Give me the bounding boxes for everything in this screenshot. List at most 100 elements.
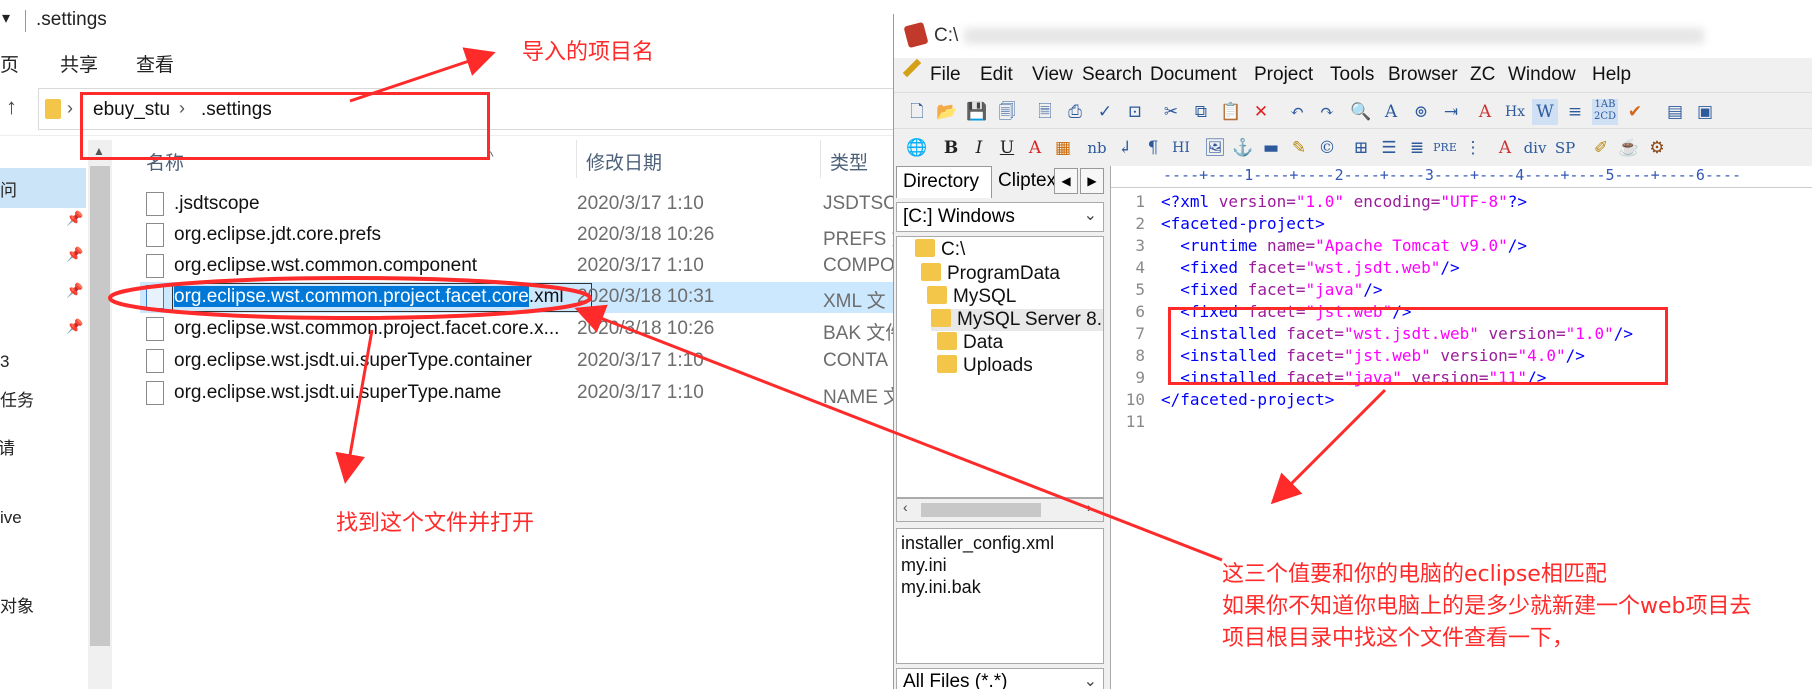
- align-icon[interactable]: ≣: [1404, 135, 1430, 161]
- tab-left-arrow-icon[interactable]: ◀: [1054, 168, 1078, 194]
- drive-select[interactable]: [C:] Windows ⌄: [896, 202, 1104, 232]
- replace-icon[interactable]: A: [1378, 99, 1404, 125]
- nav-item-quick-access[interactable]: 问: [0, 176, 17, 201]
- save-all-icon[interactable]: 🗐: [994, 99, 1020, 125]
- font-color-icon[interactable]: A: [1022, 135, 1048, 161]
- menu-edit[interactable]: Edit: [980, 64, 1013, 86]
- new-file-icon[interactable]: 🗋: [904, 99, 930, 125]
- file-row[interactable]: org.eclipse.wst.jsdt.ui.superType.contai…: [140, 346, 900, 377]
- tree-item-programdata[interactable]: ProgramData: [921, 263, 1060, 285]
- nav-item-blurred[interactable]: 请: [0, 434, 15, 459]
- tree-item-c-root[interactable]: C:\: [915, 239, 965, 261]
- menu-file[interactable]: File: [930, 64, 961, 86]
- column-divider[interactable]: [820, 140, 821, 178]
- copy-icon[interactable]: ⧉: [1188, 99, 1214, 125]
- file-name-editing[interactable]: org.eclipse.wst.common.project.facet.cor…: [174, 286, 564, 308]
- scroll-left-icon[interactable]: ‹: [903, 499, 908, 515]
- find-icon[interactable]: 🔍: [1348, 99, 1374, 125]
- scrollbar-thumb[interactable]: [921, 503, 1041, 517]
- tree-item-mysql-server[interactable]: MySQL Server 8.: [931, 309, 1103, 331]
- redo-icon[interactable]: ↷: [1314, 99, 1340, 125]
- bold-icon[interactable]: B: [938, 135, 964, 161]
- div-text-icon[interactable]: A: [1492, 135, 1518, 161]
- abc-icon[interactable]: 1AB 2CD: [1592, 99, 1618, 125]
- file-row[interactable]: org.eclipse.wst.common.component 2020/3/…: [140, 251, 900, 282]
- delete-icon[interactable]: ✕: [1248, 99, 1274, 125]
- ul-icon[interactable]: ⋮: [1460, 135, 1486, 161]
- edit-icon[interactable]: ✐: [1588, 135, 1614, 161]
- chevron-right-icon[interactable]: ›: [67, 98, 73, 119]
- cut-icon[interactable]: ✂: [1158, 99, 1184, 125]
- file-row[interactable]: .jsdtscope 2020/3/17 1:10 JSDTSCO: [140, 189, 912, 220]
- image-icon[interactable]: 🖼: [1202, 135, 1228, 161]
- br-icon[interactable]: ↲: [1112, 135, 1138, 161]
- spellcheck-icon[interactable]: ✓: [1092, 99, 1118, 125]
- find-in-files-icon[interactable]: ⊚: [1408, 99, 1434, 125]
- up-arrow-icon[interactable]: ↑: [6, 94, 17, 120]
- file-row[interactable]: org.eclipse.jdt.core.prefs 2020/3/18 10:…: [140, 220, 911, 251]
- code-line[interactable]: 3 <runtime name="Apache Tomcat v9.0"/>: [1111, 236, 1812, 258]
- ribbon-tab-home[interactable]: 页: [0, 50, 19, 77]
- paragraph-icon[interactable]: ¶: [1140, 135, 1166, 161]
- column-header-type[interactable]: 类型: [830, 148, 868, 175]
- ribbon-tab-share[interactable]: 共享: [60, 50, 98, 77]
- menu-document[interactable]: Document: [1150, 64, 1237, 86]
- nav-item-onedrive[interactable]: ive: [0, 508, 22, 528]
- italic-icon[interactable]: I: [966, 135, 992, 161]
- nav-item-objects[interactable]: 对象: [0, 592, 34, 617]
- file-row-selected[interactable]: org.eclipse.wst.common.project.facet.cor…: [140, 282, 900, 313]
- ribbon-tab-view[interactable]: 查看: [136, 50, 174, 77]
- menu-search[interactable]: Search: [1082, 64, 1142, 86]
- comment-icon[interactable]: ✎: [1286, 135, 1312, 161]
- hr-icon[interactable]: ▬: [1258, 135, 1284, 161]
- column-divider[interactable]: [576, 140, 577, 178]
- scrollbar-thumb[interactable]: [90, 166, 110, 646]
- file-filter-select[interactable]: All Files (*.*) ⌄: [896, 668, 1104, 689]
- nav-item-tasks[interactable]: 任务: [0, 386, 34, 411]
- open-folder-icon[interactable]: 📂: [934, 99, 960, 125]
- list-icon[interactable]: ☰: [1376, 135, 1402, 161]
- menu-zc[interactable]: ZC: [1470, 64, 1495, 86]
- panel2-icon[interactable]: ▣: [1692, 99, 1718, 125]
- div-icon[interactable]: div: [1522, 135, 1548, 161]
- scroll-right-icon[interactable]: ›: [1087, 499, 1092, 515]
- save-icon[interactable]: 💾: [964, 99, 990, 125]
- coffee-icon[interactable]: ☕: [1616, 135, 1642, 161]
- code-line[interactable]: 2 <faceted-project>: [1111, 214, 1812, 236]
- goto-icon[interactable]: ⇥: [1438, 99, 1464, 125]
- paste-icon[interactable]: 📋: [1218, 99, 1244, 125]
- file-list-item[interactable]: installer_config.xml: [901, 533, 1054, 554]
- quick-access-dropdown-icon[interactable]: ▾: [2, 8, 10, 28]
- nav-scrollbar[interactable]: ▲: [88, 140, 112, 689]
- chevron-down-icon[interactable]: ⌄: [1084, 671, 1097, 689]
- menu-browser[interactable]: Browser: [1388, 64, 1458, 86]
- code-line[interactable]: 11: [1111, 412, 1812, 434]
- menu-project[interactable]: Project: [1254, 64, 1313, 86]
- table-icon[interactable]: ⊞: [1348, 135, 1374, 161]
- nav-item-3[interactable]: 3: [0, 352, 9, 372]
- code-line[interactable]: 1 <?xml version="1.0" encoding="UTF-8"?>: [1111, 192, 1812, 214]
- underline-icon[interactable]: U: [994, 135, 1020, 161]
- print-preview-icon[interactable]: 🗏: [1032, 99, 1058, 125]
- indent-icon[interactable]: ≡: [1562, 99, 1588, 125]
- tools-icon[interactable]: ⚙: [1644, 135, 1670, 161]
- menu-view[interactable]: View: [1032, 64, 1073, 86]
- undo-icon[interactable]: ↶: [1284, 99, 1310, 125]
- hx-icon[interactable]: Hx: [1502, 99, 1528, 125]
- heading-icon[interactable]: HI: [1168, 135, 1194, 161]
- code-line[interactable]: 5 <fixed facet="java"/>: [1111, 280, 1812, 302]
- font-icon[interactable]: A: [1472, 99, 1498, 125]
- file-list-item[interactable]: my.ini.bak: [901, 577, 981, 598]
- file-list-item[interactable]: my.ini: [901, 555, 947, 576]
- chevron-down-icon[interactable]: ⌄: [1084, 205, 1097, 225]
- span-icon[interactable]: SP: [1552, 135, 1578, 161]
- tree-item-uploads[interactable]: Uploads: [937, 355, 1033, 377]
- wordwrap-icon[interactable]: W: [1532, 99, 1558, 125]
- color-grid-icon[interactable]: ▦: [1050, 135, 1076, 161]
- pre-icon[interactable]: PRE: [1432, 135, 1458, 161]
- panel-icon[interactable]: ▤: [1662, 99, 1688, 125]
- globe-icon[interactable]: 🌐: [904, 135, 930, 161]
- check-icon[interactable]: ✔: [1622, 99, 1648, 125]
- browser-icon[interactable]: ⊡: [1122, 99, 1148, 125]
- code-line[interactable]: 10 </faceted-project>: [1111, 390, 1812, 412]
